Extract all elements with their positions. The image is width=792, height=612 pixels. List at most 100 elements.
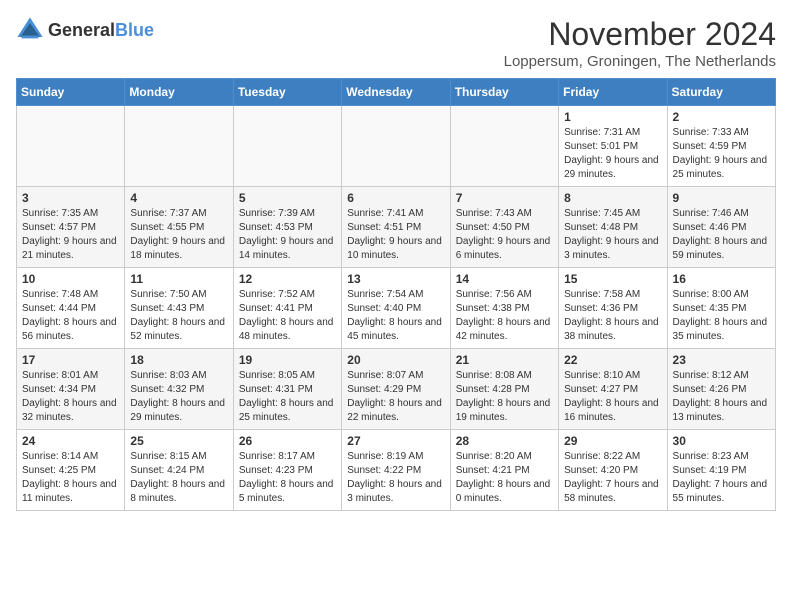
day-number: 3 xyxy=(22,191,119,205)
calendar-header-row: SundayMondayTuesdayWednesdayThursdayFrid… xyxy=(17,79,776,106)
day-info: Sunrise: 7:43 AM Sunset: 4:50 PM Dayligh… xyxy=(456,207,553,263)
day-info: Sunrise: 7:31 AM Sunset: 5:01 PM Dayligh… xyxy=(564,126,661,182)
day-number: 29 xyxy=(564,434,661,448)
day-number: 9 xyxy=(673,191,770,205)
day-info: Sunrise: 8:12 AM Sunset: 4:26 PM Dayligh… xyxy=(673,369,770,425)
day-info: Sunrise: 7:33 AM Sunset: 4:59 PM Dayligh… xyxy=(673,126,770,182)
day-number: 25 xyxy=(130,434,227,448)
calendar-day: 5 Sunrise: 7:39 AM Sunset: 4:53 PM Daylig… xyxy=(233,187,341,268)
logo-icon xyxy=(16,16,44,44)
day-number: 20 xyxy=(347,353,444,367)
day-number: 1 xyxy=(564,110,661,124)
day-info: Sunrise: 7:58 AM Sunset: 4:36 PM Dayligh… xyxy=(564,288,661,344)
calendar-day: 7 Sunrise: 7:43 AM Sunset: 4:50 PM Daylig… xyxy=(450,187,558,268)
col-header-monday: Monday xyxy=(125,79,233,106)
calendar-week-3: 10 Sunrise: 7:48 AM Sunset: 4:44 PM Dayli… xyxy=(17,268,776,349)
day-number: 27 xyxy=(347,434,444,448)
day-number: 28 xyxy=(456,434,553,448)
day-info: Sunrise: 7:52 AM Sunset: 4:41 PM Dayligh… xyxy=(239,288,336,344)
day-info: Sunrise: 7:48 AM Sunset: 4:44 PM Dayligh… xyxy=(22,288,119,344)
day-info: Sunrise: 8:07 AM Sunset: 4:29 PM Dayligh… xyxy=(347,369,444,425)
day-number: 13 xyxy=(347,272,444,286)
calendar-day: 17 Sunrise: 8:01 AM Sunset: 4:34 PM Dayli… xyxy=(17,349,125,430)
calendar-day: 21 Sunrise: 8:08 AM Sunset: 4:28 PM Dayli… xyxy=(450,349,558,430)
calendar-table: SundayMondayTuesdayWednesdayThursdayFrid… xyxy=(16,78,776,511)
calendar-day: 1 Sunrise: 7:31 AM Sunset: 5:01 PM Daylig… xyxy=(559,106,667,187)
col-header-wednesday: Wednesday xyxy=(342,79,450,106)
calendar-day: 4Sunrise: 7:37 AM Sunset: 4:55 PM Daylig… xyxy=(125,187,233,268)
calendar-day: 26 Sunrise: 8:17 AM Sunset: 4:23 PM Dayli… xyxy=(233,430,341,511)
calendar-day xyxy=(125,106,233,187)
calendar-day: 28 Sunrise: 8:20 AM Sunset: 4:21 PM Dayli… xyxy=(450,430,558,511)
title-block: November 2024 Loppersum, Groningen, The … xyxy=(504,16,776,70)
calendar-day: 13Sunrise: 7:54 AM Sunset: 4:40 PM Dayli… xyxy=(342,268,450,349)
month-title: November 2024 xyxy=(504,16,776,53)
col-header-thursday: Thursday xyxy=(450,79,558,106)
calendar-day: 25 Sunrise: 8:15 AM Sunset: 4:24 PM Dayli… xyxy=(125,430,233,511)
day-number: 19 xyxy=(239,353,336,367)
day-info: Sunrise: 8:14 AM Sunset: 4:25 PM Dayligh… xyxy=(22,450,119,506)
day-info: Sunrise: 7:46 AM Sunset: 4:46 PM Dayligh… xyxy=(673,207,770,263)
calendar-day: 8 Sunrise: 7:45 AM Sunset: 4:48 PM Daylig… xyxy=(559,187,667,268)
day-number: 26 xyxy=(239,434,336,448)
calendar-day: 6 Sunrise: 7:41 AM Sunset: 4:51 PM Daylig… xyxy=(342,187,450,268)
day-number: 2 xyxy=(673,110,770,124)
day-number: 16 xyxy=(673,272,770,286)
day-info: Sunrise: 7:39 AM Sunset: 4:53 PM Dayligh… xyxy=(239,207,336,263)
day-info: Sunrise: 8:15 AM Sunset: 4:24 PM Dayligh… xyxy=(130,450,227,506)
day-info: Sunrise: 7:45 AM Sunset: 4:48 PM Dayligh… xyxy=(564,207,661,263)
day-number: 21 xyxy=(456,353,553,367)
day-number: 14 xyxy=(456,272,553,286)
day-number: 6 xyxy=(347,191,444,205)
calendar-day: 11Sunrise: 7:50 AM Sunset: 4:43 PM Dayli… xyxy=(125,268,233,349)
day-info: Sunrise: 7:41 AM Sunset: 4:51 PM Dayligh… xyxy=(347,207,444,263)
page-header: GeneralBlue November 2024 Loppersum, Gro… xyxy=(16,16,776,70)
day-info: Sunrise: 7:56 AM Sunset: 4:38 PM Dayligh… xyxy=(456,288,553,344)
calendar-day: 24Sunrise: 8:14 AM Sunset: 4:25 PM Dayli… xyxy=(17,430,125,511)
location: Loppersum, Groningen, The Netherlands xyxy=(504,53,776,70)
day-info: Sunrise: 7:35 AM Sunset: 4:57 PM Dayligh… xyxy=(22,207,119,263)
day-info: Sunrise: 8:03 AM Sunset: 4:32 PM Dayligh… xyxy=(130,369,227,425)
calendar-week-5: 24Sunrise: 8:14 AM Sunset: 4:25 PM Dayli… xyxy=(17,430,776,511)
calendar-day: 23 Sunrise: 8:12 AM Sunset: 4:26 PM Dayli… xyxy=(667,349,775,430)
calendar-day: 18Sunrise: 8:03 AM Sunset: 4:32 PM Dayli… xyxy=(125,349,233,430)
day-info: Sunrise: 8:05 AM Sunset: 4:31 PM Dayligh… xyxy=(239,369,336,425)
calendar-day: 2 Sunrise: 7:33 AM Sunset: 4:59 PM Daylig… xyxy=(667,106,775,187)
day-number: 22 xyxy=(564,353,661,367)
day-number: 15 xyxy=(564,272,661,286)
calendar-day xyxy=(450,106,558,187)
calendar-day: 22 Sunrise: 8:10 AM Sunset: 4:27 PM Dayli… xyxy=(559,349,667,430)
calendar-week-1: 1 Sunrise: 7:31 AM Sunset: 5:01 PM Daylig… xyxy=(17,106,776,187)
day-number: 7 xyxy=(456,191,553,205)
calendar-day: 30 Sunrise: 8:23 AM Sunset: 4:19 PM Dayli… xyxy=(667,430,775,511)
calendar-day: 16Sunrise: 8:00 AM Sunset: 4:35 PM Dayli… xyxy=(667,268,775,349)
col-header-saturday: Saturday xyxy=(667,79,775,106)
calendar-day: 3 Sunrise: 7:35 AM Sunset: 4:57 PM Daylig… xyxy=(17,187,125,268)
calendar-day xyxy=(233,106,341,187)
day-info: Sunrise: 8:22 AM Sunset: 4:20 PM Dayligh… xyxy=(564,450,661,506)
day-info: Sunrise: 7:37 AM Sunset: 4:55 PM Dayligh… xyxy=(130,207,227,263)
calendar-week-4: 17 Sunrise: 8:01 AM Sunset: 4:34 PM Dayli… xyxy=(17,349,776,430)
calendar-day: 20 Sunrise: 8:07 AM Sunset: 4:29 PM Dayli… xyxy=(342,349,450,430)
calendar-day: 12 Sunrise: 7:52 AM Sunset: 4:41 PM Dayli… xyxy=(233,268,341,349)
calendar-day: 15 Sunrise: 7:58 AM Sunset: 4:36 PM Dayli… xyxy=(559,268,667,349)
calendar-day: 14 Sunrise: 7:56 AM Sunset: 4:38 PM Dayli… xyxy=(450,268,558,349)
calendar-day xyxy=(17,106,125,187)
day-info: Sunrise: 8:10 AM Sunset: 4:27 PM Dayligh… xyxy=(564,369,661,425)
day-number: 17 xyxy=(22,353,119,367)
day-number: 23 xyxy=(673,353,770,367)
day-number: 8 xyxy=(564,191,661,205)
day-info: Sunrise: 8:17 AM Sunset: 4:23 PM Dayligh… xyxy=(239,450,336,506)
day-info: Sunrise: 8:08 AM Sunset: 4:28 PM Dayligh… xyxy=(456,369,553,425)
day-number: 12 xyxy=(239,272,336,286)
day-number: 10 xyxy=(22,272,119,286)
day-number: 30 xyxy=(673,434,770,448)
day-info: Sunrise: 8:23 AM Sunset: 4:19 PM Dayligh… xyxy=(673,450,770,506)
day-info: Sunrise: 8:20 AM Sunset: 4:21 PM Dayligh… xyxy=(456,450,553,506)
col-header-friday: Friday xyxy=(559,79,667,106)
calendar-day: 19 Sunrise: 8:05 AM Sunset: 4:31 PM Dayli… xyxy=(233,349,341,430)
calendar-day: 29 Sunrise: 8:22 AM Sunset: 4:20 PM Dayli… xyxy=(559,430,667,511)
day-info: Sunrise: 8:01 AM Sunset: 4:34 PM Dayligh… xyxy=(22,369,119,425)
day-number: 5 xyxy=(239,191,336,205)
logo: GeneralBlue xyxy=(16,16,154,44)
